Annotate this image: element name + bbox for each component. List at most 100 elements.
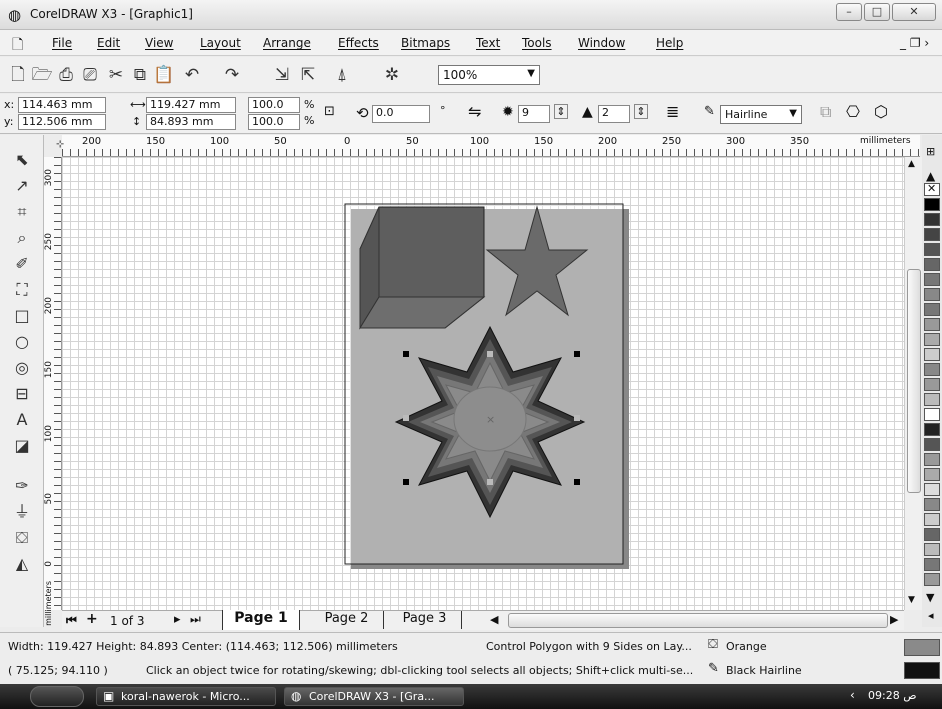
ellipse-tool-icon[interactable]: ○ [10, 331, 34, 353]
vertical-scrollbar[interactable]: ▲ ▼ [904, 157, 922, 610]
color-swatch[interactable] [924, 213, 940, 226]
height-field[interactable]: 84.893 mm [146, 114, 236, 130]
color-swatch[interactable] [924, 228, 940, 241]
paste-icon[interactable]: 📋 [152, 63, 176, 87]
close-button[interactable]: ✕ [892, 3, 936, 21]
menu-text[interactable]: Text [476, 36, 500, 50]
color-swatch[interactable] [924, 498, 940, 511]
rectangle-tool-icon[interactable]: □ [10, 305, 34, 327]
convert-to-curves-icon[interactable]: ⧉ [820, 102, 831, 122]
color-swatch[interactable] [924, 513, 940, 526]
color-swatch[interactable] [924, 303, 940, 316]
color-swatch[interactable] [924, 363, 940, 376]
freehand-tool-icon[interactable]: ✐ [10, 253, 34, 275]
horizontal-scroll-thumb[interactable] [508, 613, 888, 628]
doc-window-controls[interactable]: _ ❐ › [900, 36, 929, 50]
sharpness-spinner[interactable]: ⇕ [634, 104, 648, 119]
wrap-text-icon[interactable]: ≣ [666, 102, 679, 121]
pick-tool-icon[interactable]: ⬉ [10, 149, 34, 171]
color-swatch[interactable] [924, 378, 940, 391]
palette-scroll-down-icon[interactable]: ▼ [926, 591, 934, 604]
selection-handle[interactable] [574, 479, 580, 485]
color-swatch[interactable] [924, 453, 940, 466]
selection-handle[interactable] [487, 479, 493, 485]
palette-expand-icon[interactable]: ◂ [928, 609, 934, 622]
sides-spinner[interactable]: ⇕ [554, 104, 568, 119]
color-swatch[interactable] [924, 528, 940, 541]
x-position-field[interactable]: 114.463 mm [18, 97, 106, 113]
zoom-level-select[interactable]: 100% ▼ [438, 65, 540, 85]
application-launcher-icon[interactable]: ⍋ [330, 63, 354, 87]
scroll-up-icon[interactable]: ▲ [908, 159, 915, 169]
color-swatch[interactable] [924, 423, 940, 436]
undo-icon[interactable]: ↶ [180, 63, 204, 87]
sharpness-field[interactable]: 2 [598, 105, 630, 123]
rotation-field[interactable]: 0.0 [372, 105, 430, 123]
start-button[interactable] [30, 686, 84, 707]
copy-icon[interactable]: ⧉ [128, 63, 152, 87]
minimize-button[interactable]: – [836, 3, 862, 21]
tray-arrow-icon[interactable]: ‹ [850, 688, 855, 702]
basic-shapes-tool-icon[interactable]: ⊟ [10, 383, 34, 405]
shape-tool-icon[interactable]: ↗ [10, 175, 34, 197]
selection-handle[interactable] [487, 351, 493, 357]
color-swatch[interactable] [924, 243, 940, 256]
menu-file[interactable]: File [52, 36, 72, 50]
tab-page-1[interactable]: Page 1 [222, 610, 300, 630]
add-page-icon[interactable]: + [86, 611, 98, 627]
first-page-icon[interactable]: ⏮ [66, 613, 77, 628]
outline-width-select[interactable]: Hairline ▼ [720, 105, 802, 124]
menu-bitmaps[interactable]: Bitmaps [401, 36, 450, 50]
shape-icon[interactable]: ⬡ [874, 102, 888, 121]
color-swatch[interactable] [924, 483, 940, 496]
menu-arrange[interactable]: Arrange [263, 36, 311, 50]
last-page-icon[interactable]: ⏭ [190, 612, 201, 627]
fill-tool-icon[interactable]: ⛋ [10, 527, 34, 549]
selection-handle[interactable] [574, 415, 580, 421]
color-swatch[interactable] [924, 438, 940, 451]
color-swatch[interactable] [924, 273, 940, 286]
flip-icon[interactable]: ⇋ [468, 102, 481, 121]
scroll-thumb[interactable] [907, 269, 921, 493]
selection-handle[interactable] [403, 415, 409, 421]
print-icon[interactable]: ⎚ [78, 63, 102, 87]
palette-scroll-up-icon[interactable]: ▲ [926, 169, 935, 183]
color-swatch[interactable] [924, 348, 940, 361]
width-field[interactable]: 119.427 mm [146, 97, 236, 113]
menu-help[interactable]: Help [656, 36, 683, 50]
open-icon[interactable]: 🗁 [30, 63, 54, 87]
outline-color-swatch[interactable] [904, 662, 940, 679]
menu-window[interactable]: Window [578, 36, 625, 50]
save-icon[interactable]: ⎙ [54, 63, 78, 87]
export-icon[interactable]: ⇱ [296, 63, 320, 87]
scroll-right-icon[interactable]: ▶ [890, 613, 898, 626]
lock-ratio-icon[interactable]: ⊡ [324, 104, 335, 119]
scale-x-field[interactable]: 100.0 [248, 97, 300, 113]
cut-icon[interactable]: ✂ [104, 63, 128, 87]
menu-view[interactable]: View [145, 36, 173, 50]
zoom-tool-icon[interactable]: ⌕ [10, 227, 34, 249]
color-swatch[interactable] [924, 333, 940, 346]
color-swatch[interactable] [924, 318, 940, 331]
polygon-tool-icon[interactable]: ◎ [10, 357, 34, 379]
maximize-button[interactable]: □ [864, 3, 890, 21]
new-icon[interactable]: 🗋 [6, 63, 30, 87]
smart-fill-tool-icon[interactable]: ⛶ [10, 279, 34, 301]
color-swatch[interactable] [924, 543, 940, 556]
color-swatch[interactable] [924, 558, 940, 571]
color-swatch[interactable] [924, 258, 940, 271]
rollover-icon[interactable]: ⎔ [846, 102, 860, 121]
color-swatch[interactable] [924, 198, 940, 211]
menu-tools[interactable]: Tools [522, 36, 552, 50]
fill-color-swatch[interactable] [904, 639, 940, 656]
menu-effects[interactable]: Effects [338, 36, 379, 50]
tab-page-3[interactable]: Page 3 [388, 611, 462, 629]
selection-handle[interactable] [403, 479, 409, 485]
scale-y-field[interactable]: 100.0 [248, 114, 300, 130]
text-tool-icon[interactable]: A [10, 409, 34, 431]
scroll-down-icon[interactable]: ▼ [908, 595, 915, 605]
redo-icon[interactable]: ↷ [220, 63, 244, 87]
palette-flyout-icon[interactable]: ⊞ [926, 145, 935, 158]
drawing-canvas[interactable]: × [62, 157, 904, 610]
welcome-screen-icon[interactable]: ✲ [380, 63, 404, 87]
